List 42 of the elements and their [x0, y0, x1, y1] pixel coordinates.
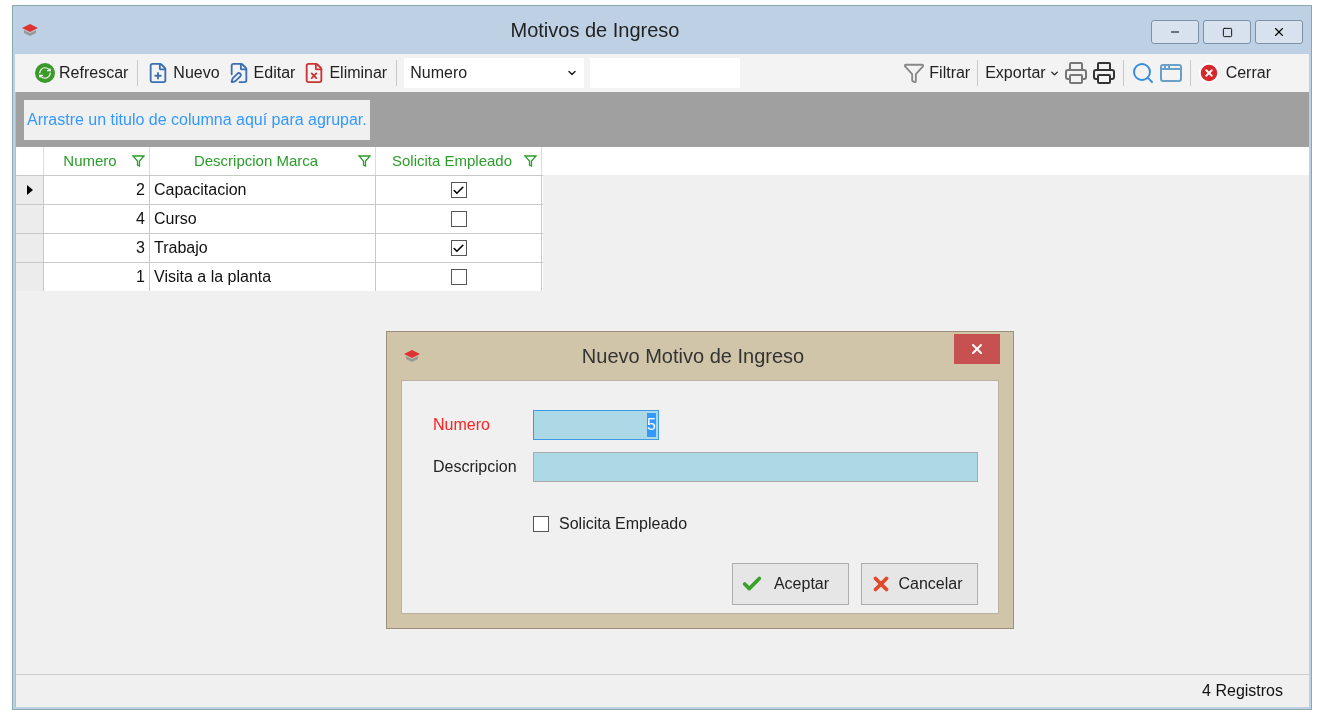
- maximize-button[interactable]: [1203, 20, 1251, 44]
- column-dropdown[interactable]: Numero: [404, 58, 585, 88]
- row-header[interactable]: [16, 176, 44, 204]
- close-icon[interactable]: [1272, 25, 1286, 39]
- search-icon[interactable]: [1130, 61, 1155, 85]
- checkbox[interactable]: [533, 516, 549, 532]
- filter-icon[interactable]: [524, 155, 537, 167]
- filter-icon[interactable]: [132, 155, 145, 167]
- group-hint: Arrastre un titulo de columna aquí para agrupar.: [24, 99, 370, 140]
- refresh-icon: [35, 63, 55, 83]
- text-field[interactable]: [533, 452, 978, 482]
- dialog-button[interactable]: Aceptar: [732, 563, 849, 605]
- record-count: 4 Registros: [1202, 681, 1283, 701]
- printer-icon[interactable]: [1091, 61, 1116, 85]
- window-icon[interactable]: [1158, 61, 1183, 85]
- dialog-title: Nuevo Motivo de Ingreso: [580, 344, 806, 369]
- toolbar-button[interactable]: Nuevo: [145, 58, 222, 88]
- window-title: Motivos de Ingreso: [509, 18, 681, 43]
- toolbar-button[interactable]: Refrescar: [33, 58, 131, 88]
- table-cell: Visita a la planta: [150, 263, 376, 291]
- field-label: Descripcion: [433, 457, 518, 477]
- close-icon: [1197, 62, 1220, 84]
- table-checkbox[interactable]: [450, 211, 467, 227]
- current-row-icon: [26, 185, 33, 195]
- filter-button[interactable]: Filtrar: [903, 58, 971, 88]
- maximize-icon[interactable]: [1221, 26, 1233, 38]
- table-checkbox[interactable]: [450, 182, 467, 198]
- funnel-icon: [903, 62, 926, 84]
- app-logo-icon: [21, 23, 39, 37]
- app-logo-icon: [403, 349, 421, 363]
- close-form-button[interactable]: Cerrar: [1197, 58, 1291, 88]
- toolbar-button[interactable]: Eliminar: [301, 58, 390, 88]
- filter-icon[interactable]: [358, 155, 371, 167]
- field-label: Numero: [433, 415, 491, 435]
- table-cell: 1: [44, 263, 150, 291]
- table-checkbox[interactable]: [450, 240, 467, 256]
- checkbox-label: Solicita Empleado: [559, 514, 688, 534]
- dialog-close-button[interactable]: [954, 334, 1000, 364]
- export-button[interactable]: Exportar: [985, 58, 1060, 88]
- dialog-button[interactable]: Cancelar: [861, 563, 978, 605]
- table-checkbox[interactable]: [450, 269, 467, 285]
- toolbar-button[interactable]: Editar: [225, 58, 298, 88]
